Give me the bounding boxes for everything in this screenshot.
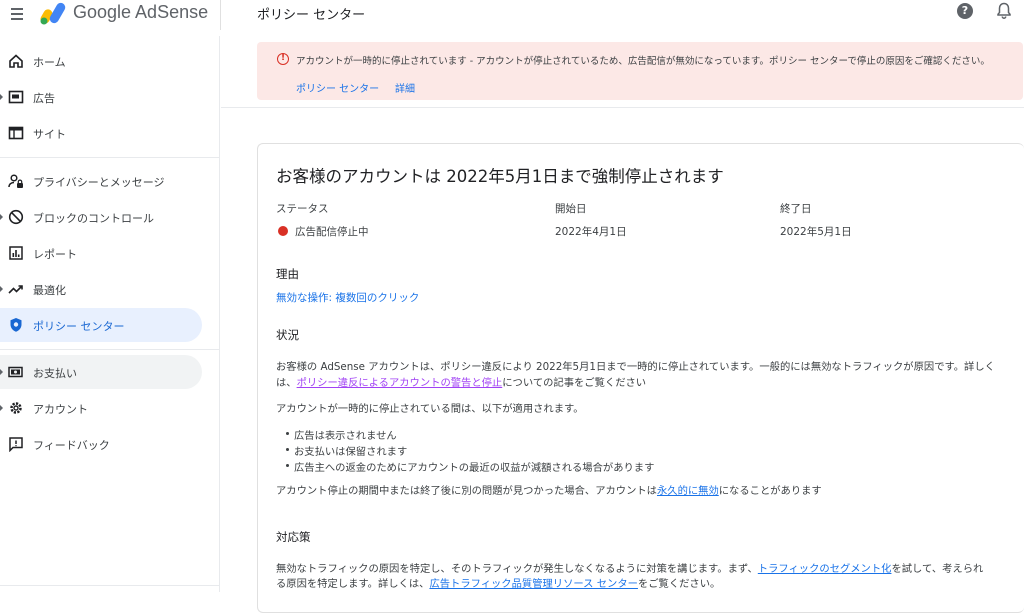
sidebar-item-blocking-controls[interactable]: ブロックのコントロール — [0, 200, 202, 234]
optimization-icon — [8, 285, 23, 294]
sidebar-item-optimization[interactable]: 最適化 — [0, 272, 202, 306]
remedy-paragraph-line: る原因を特定します。詳しくは、広告トラフィック品質管理リソース センターをご覧く… — [276, 578, 721, 590]
top-divider — [220, 0, 221, 30]
expand-caret-icon — [0, 369, 3, 375]
sidebar-item-label: ブロックのコントロール — [33, 212, 154, 225]
permanently-disabled-link[interactable]: 永久的に無効 — [657, 485, 719, 497]
alert-policy-center-link[interactable]: ポリシー センター — [296, 80, 379, 95]
feedback-icon — [9, 437, 23, 452]
help-icon[interactable]: ? — [957, 3, 973, 19]
expand-caret-icon — [0, 286, 3, 292]
expand-caret-icon — [0, 94, 3, 100]
sidebar-item-label: ポリシー センター — [33, 320, 125, 333]
suspension-alert-banner: ! アカウントが一時的に停止されています - アカウントが停止されているため、広… — [257, 42, 1023, 100]
sites-icon — [8, 126, 24, 140]
sidebar-item-payments[interactable]: お支払い — [0, 355, 202, 389]
sidebar-item-label: サイト — [33, 128, 66, 141]
sidebar-item-label: 広告 — [33, 92, 55, 105]
sidebar-item-privacy-messaging[interactable]: プライバシーとメッセージ — [0, 164, 202, 198]
sidebar-item-home[interactable]: ホーム — [0, 44, 202, 78]
sidebar-item-sites[interactable]: サイト — [0, 116, 202, 150]
sidebar-item-label: レポート — [33, 248, 77, 261]
end-date-column-header: 終了日 — [780, 203, 812, 215]
status-column-header: ステータス — [276, 203, 329, 215]
expand-caret-icon — [0, 214, 3, 220]
remedy-paragraph-line: 無効なトラフィックの原因を特定し、そのトラフィックが発生しなくなるように対策を講… — [276, 563, 984, 575]
sidebar-item-label: フィードバック — [33, 439, 110, 452]
remedy-heading: 対応策 — [276, 530, 311, 544]
situation-paragraph-line: は、ポリシー違反によるアカウントの警告と停止についての記事をご覧ください — [276, 377, 647, 389]
notifications-bell-icon[interactable] — [996, 2, 1012, 20]
sidebar-item-label: 最適化 — [33, 284, 66, 297]
start-date-value: 2022年4月1日 — [555, 226, 627, 238]
list-item: 広告は表示されません — [286, 427, 397, 442]
situation-paragraph-2: アカウントが一時的に停止されている間は、以下が適用されます。 — [276, 403, 584, 415]
ads-icon — [8, 90, 24, 104]
sidebar-item-ads[interactable]: 広告 — [0, 80, 202, 114]
sidebar-item-label: プライバシーとメッセージ — [33, 176, 165, 189]
suspension-detail-card: お客様のアカウントは 2022年5月1日まで強制停止されます ステータス 開始日… — [257, 143, 1024, 613]
alert-message: アカウントが一時的に停止されています - アカウントが停止されているため、広告配… — [296, 56, 990, 67]
reason-heading: 理由 — [276, 267, 299, 281]
sidebar-divider — [0, 585, 220, 586]
traffic-quality-resource-center-link[interactable]: 広告トラフィック品質管理リソース センター — [429, 578, 638, 590]
sidebar-divider — [0, 157, 220, 158]
account-gear-icon — [10, 402, 22, 414]
page-title: ポリシー センター — [257, 8, 366, 23]
start-date-column-header: 開始日 — [555, 203, 587, 215]
block-icon — [8, 209, 24, 225]
expand-caret-icon — [0, 405, 3, 411]
top-app-bar: Google AdSense ポリシー センター ? — [0, 0, 1024, 36]
card-title: お客様のアカウントは 2022年5月1日まで強制停止されます — [276, 167, 724, 186]
payments-icon — [8, 366, 23, 378]
situation-paragraph-3: アカウント停止の期間中または終了後に別の問題が見つかった場合、アカウントは永久的… — [276, 485, 822, 497]
end-date-value: 2022年5月1日 — [780, 226, 852, 238]
sidebar-item-label: ホーム — [33, 56, 66, 69]
alert-details-link[interactable]: 詳細 — [395, 80, 415, 95]
sidebar-item-policy-center[interactable]: ポリシー センター — [0, 308, 202, 342]
sidebar: ホーム 広告 サイト プライバシーとメッセージ ブロックのコントロール レポート… — [0, 36, 220, 592]
policy-violation-article-link[interactable]: ポリシー違反によるアカウントの警告と停止 — [297, 377, 503, 389]
sidebar-item-account[interactable]: アカウント — [0, 391, 202, 425]
error-alert-icon: ! — [277, 53, 289, 65]
situation-heading: 状況 — [276, 328, 299, 342]
sidebar-item-feedback[interactable]: フィードバック — [0, 427, 202, 461]
home-icon — [9, 54, 23, 68]
reports-icon — [9, 246, 23, 260]
sidebar-divider — [0, 349, 220, 350]
situation-paragraph-line: お客様の AdSense アカウントは、ポリシー違反により 2022年5月1日ま… — [276, 361, 995, 373]
privacy-icon — [8, 174, 23, 188]
sidebar-item-reports[interactable]: レポート — [0, 236, 202, 270]
adsense-logo-icon[interactable] — [40, 1, 68, 25]
brand-name[interactable]: Google AdSense — [73, 2, 208, 23]
list-item: 広告主への返金のためにアカウントの最近の収益が減額される場合があります — [285, 459, 654, 474]
sidebar-item-label: アカウント — [33, 403, 88, 416]
hamburger-menu-icon[interactable] — [8, 3, 32, 27]
status-indicator-dot — [278, 226, 288, 236]
alert-row: ! アカウントが一時的に停止されています - アカウントが停止されているため、広… — [221, 36, 1024, 108]
sidebar-item-label: お支払い — [33, 367, 77, 380]
policy-shield-icon — [10, 318, 22, 332]
list-item: お支払いは保留されます — [285, 443, 407, 458]
status-value: 広告配信停止中 — [295, 226, 369, 238]
reason-link[interactable]: 無効な操作: 複数回のクリック — [276, 290, 419, 305]
traffic-segmentation-link[interactable]: トラフィックのセグメント化 — [758, 563, 892, 575]
